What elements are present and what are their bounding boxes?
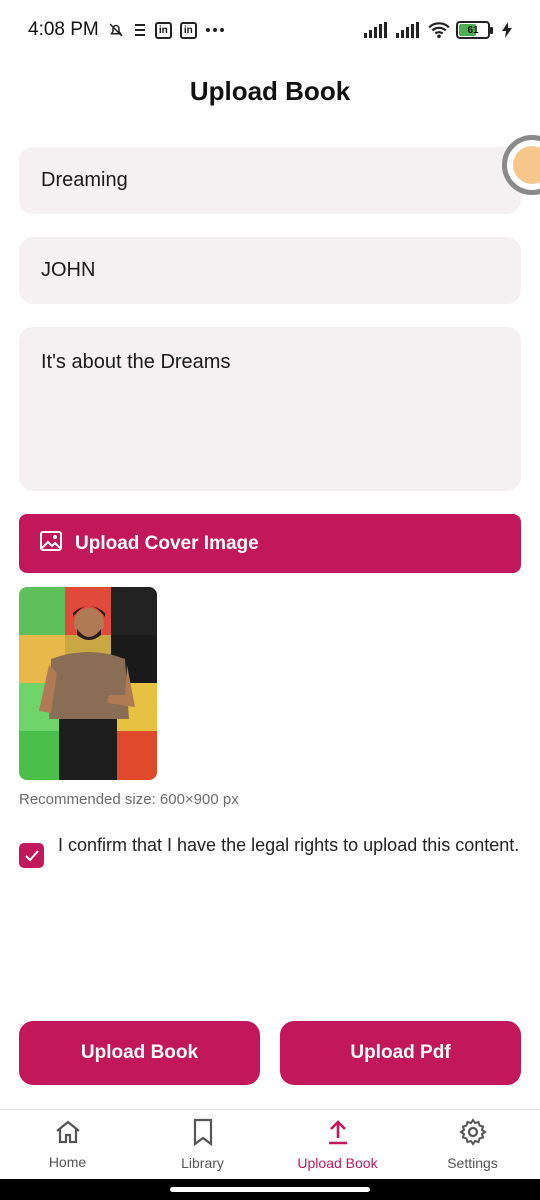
nav-item-library[interactable]: Library <box>135 1110 270 1179</box>
consent-checkbox[interactable] <box>19 843 44 868</box>
title-value: Dreaming <box>41 169 128 191</box>
gear-icon <box>458 1118 487 1149</box>
consent-text: I confirm that I have the legal rights t… <box>58 835 520 855</box>
upload-book-button[interactable]: Upload Book <box>19 1021 260 1085</box>
system-nav-bar <box>0 1179 540 1200</box>
page-title: Upload Book <box>189 76 351 106</box>
author-field[interactable]: JOHN <box>19 237 521 304</box>
upload-pdf-button[interactable]: Upload Pdf <box>280 1021 521 1085</box>
signal-icon <box>364 21 390 39</box>
cover-preview-image <box>19 587 157 780</box>
gesture-handle[interactable] <box>170 1187 370 1192</box>
description-field[interactable]: It's about the Dreams <box>19 327 521 491</box>
bookmark-icon <box>191 1118 215 1149</box>
author-value: JOHN <box>41 259 96 281</box>
upload-cover-label: Upload Cover Image <box>75 532 259 554</box>
nav-item-home[interactable]: Home <box>0 1110 135 1179</box>
upload-icon <box>326 1118 350 1149</box>
nav-label-library: Library <box>181 1155 224 1171</box>
nav-label-upload-book: Upload Book <box>297 1155 378 1171</box>
nav-item-settings[interactable]: Settings <box>405 1110 540 1179</box>
status-bar: 4:08 PM in in 61 <box>0 0 540 60</box>
mute-bell-icon <box>107 21 125 39</box>
recommended-size-text: Recommended size: 600×900 px <box>19 791 239 808</box>
sim-icon <box>133 21 147 39</box>
image-icon <box>39 530 63 558</box>
battery-icon: 61 <box>456 21 493 39</box>
home-icon <box>54 1119 82 1148</box>
battery-level: 61 <box>467 24 479 36</box>
signal-icon <box>396 21 422 39</box>
linkedin-icon: in <box>179 21 197 39</box>
status-right: 61 <box>364 21 512 39</box>
more-dots-icon <box>205 21 225 39</box>
bottom-nav: Home Library Upload Book Settings <box>0 1109 540 1179</box>
check-icon <box>24 849 39 861</box>
status-left: 4:08 PM in in <box>28 19 225 41</box>
nav-label-settings: Settings <box>447 1155 498 1171</box>
nav-item-upload-book[interactable]: Upload Book <box>270 1110 405 1179</box>
description-value: It's about the Dreams <box>41 351 231 373</box>
status-time: 4:08 PM <box>28 19 99 40</box>
bubble-icon <box>513 146 540 184</box>
title-field[interactable]: Dreaming <box>19 147 521 214</box>
nav-label-home: Home <box>48 1154 87 1170</box>
linkedin-icon: in <box>154 21 172 39</box>
wifi-icon <box>428 21 450 39</box>
charging-icon <box>502 21 512 39</box>
upload-cover-button[interactable]: Upload Cover Image <box>19 514 521 573</box>
legal-consent: I confirm that I have the legal rights t… <box>19 835 521 868</box>
